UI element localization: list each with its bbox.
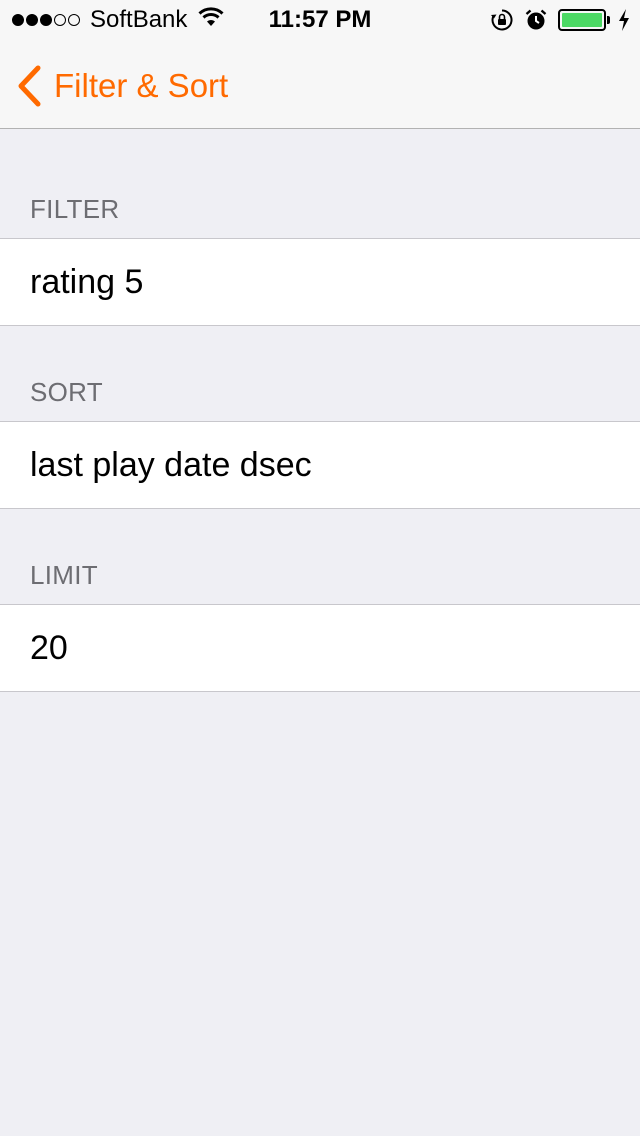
limit-section-header: LIMIT	[30, 560, 98, 590]
status-bar: SoftBank 11:57 PM	[0, 0, 640, 40]
battery-icon	[558, 9, 610, 31]
sort-section-header: SORT	[30, 377, 103, 407]
alarm-icon	[524, 8, 548, 32]
limit-cell[interactable]: 20	[0, 604, 640, 692]
status-right	[480, 7, 630, 33]
chevron-left-icon	[16, 65, 42, 107]
limit-value: 20	[30, 629, 68, 667]
filter-value: rating 5	[30, 263, 144, 301]
orientation-lock-icon	[490, 8, 514, 32]
battery-fill	[562, 13, 602, 27]
filter-cell[interactable]: rating 5	[0, 238, 640, 326]
back-button-label: Filter & Sort	[54, 67, 229, 104]
navigation-bar: Filter & Sort	[0, 40, 640, 129]
filter-section-header: FILTER	[30, 194, 120, 224]
charging-bolt-icon	[618, 9, 630, 31]
sort-cell[interactable]: last play date dsec	[0, 421, 640, 509]
back-button[interactable]: Filter & Sort	[16, 64, 228, 108]
sort-value: last play date dsec	[30, 446, 312, 484]
